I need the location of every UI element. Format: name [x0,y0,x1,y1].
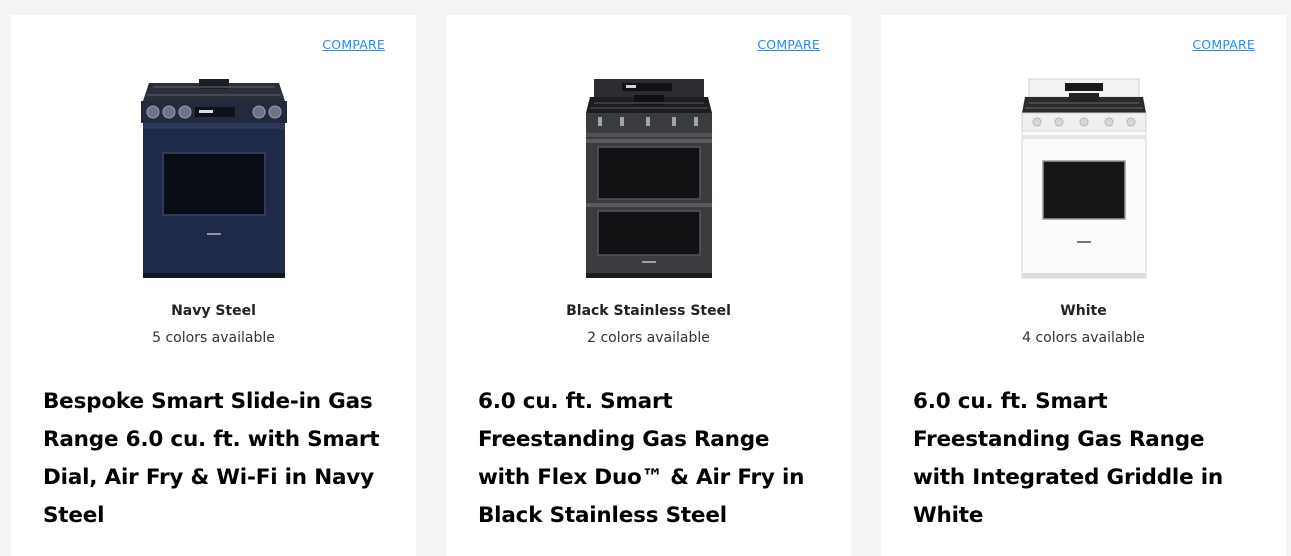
range-image-navy [140,79,287,278]
colors-available[interactable]: 5 colors available [11,330,416,346]
product-image[interactable] [11,77,416,280]
product-image[interactable] [446,77,851,280]
product-title[interactable]: 6.0 cu. ft. Smart Freestanding Gas Range… [478,383,821,535]
compare-link[interactable]: COMPARE [322,37,385,52]
color-name: White [1060,303,1107,319]
color-name: Black Stainless Steel [566,303,731,319]
product-grid: COMPARE Navy Steel 5 colors available Be… [0,0,1291,556]
product-card: COMPARE [11,15,416,556]
product-card: COMPARE [881,15,1286,556]
product-image[interactable] [881,77,1286,280]
product-title[interactable]: Bespoke Smart Slide-in Gas Range 6.0 cu.… [43,383,386,535]
colors-available[interactable]: 4 colors available [881,330,1286,346]
range-image-white [1021,78,1146,279]
color-name: Navy Steel [171,303,256,319]
compare-link[interactable]: COMPARE [757,37,820,52]
product-card: COMPARE [446,15,851,556]
compare-link[interactable]: COMPARE [1192,37,1255,52]
colors-available[interactable]: 2 colors available [446,330,851,346]
product-title[interactable]: 6.0 cu. ft. Smart Freestanding Gas Range… [913,383,1256,535]
range-image-black [585,79,712,278]
